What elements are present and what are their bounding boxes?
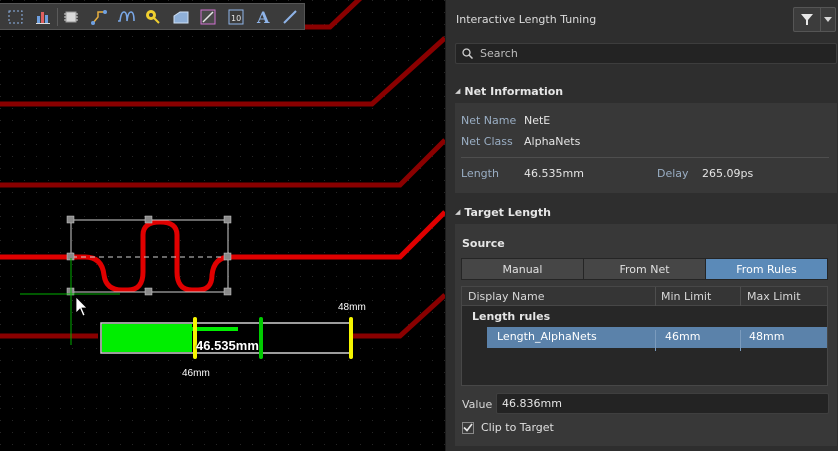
- clip-to-target-checkbox[interactable]: [462, 421, 474, 434]
- rule-name: Length_AlphaNets: [497, 330, 597, 343]
- source-label: Source: [462, 237, 505, 250]
- handle-top-mid: [144, 215, 153, 224]
- row-divider: [655, 330, 656, 351]
- handle-mid-right: [223, 252, 232, 261]
- filter-toggle[interactable]: [794, 8, 822, 31]
- component-tool[interactable]: [58, 5, 85, 29]
- length-meter-fill: [102, 324, 192, 352]
- net-class-label: Net Class: [461, 135, 513, 148]
- length-tuning-tool[interactable]: [112, 5, 139, 29]
- length-tuning-panel: Interactive Length Tuning ◢ Net Informat…: [445, 0, 838, 451]
- rule-row[interactable]: Length_AlphaNets 46mm 48mm: [487, 327, 827, 351]
- length-value: 46.535mm: [524, 167, 584, 180]
- polygon-icon: [173, 11, 189, 23]
- net-information-box: Net Name NetE Net Class AlphaNets Length…: [455, 103, 837, 193]
- divider: [461, 157, 829, 158]
- net-information-heading: Net Information: [464, 84, 564, 98]
- clip-to-target-label: Clip to Target: [481, 421, 554, 434]
- via-tool[interactable]: [140, 5, 167, 29]
- length-label: Length: [461, 167, 499, 180]
- select-icon: [8, 10, 23, 23]
- target-length-header[interactable]: ◢ Target Length: [446, 201, 838, 223]
- search-input[interactable]: [480, 47, 820, 60]
- svg-text:A: A: [256, 8, 270, 26]
- rule-max-limit: 48mm: [749, 330, 785, 343]
- grid-background: [0, 0, 445, 451]
- delay-value: 265.09ps: [702, 167, 754, 180]
- header-display-name[interactable]: Display Name: [468, 290, 545, 303]
- source-from-rules-button[interactable]: From Rules: [706, 259, 827, 279]
- source-manual-button[interactable]: Manual: [462, 259, 584, 279]
- source-from-net-button[interactable]: From Net: [584, 259, 706, 279]
- max-limit-marker: [349, 317, 353, 359]
- designator-tool[interactable]: 10: [222, 5, 249, 29]
- length-readout: 46.535mm: [196, 338, 259, 353]
- clip-to-target[interactable]: Clip to Target: [462, 421, 554, 434]
- interactive-routing-icon: [36, 11, 51, 24]
- route-tool[interactable]: [85, 5, 112, 29]
- rule-min-limit: 46mm: [665, 330, 701, 343]
- length-rules-grid: Display Name Min Limit Max Limit Length …: [461, 286, 828, 386]
- header-divider: [740, 287, 741, 306]
- filter-button[interactable]: [793, 7, 836, 32]
- target-length-box: Source Manual From Net From Rules Displa…: [455, 224, 837, 446]
- handle-top-right: [223, 215, 232, 224]
- place-fill-tool[interactable]: [195, 5, 222, 29]
- panel-title: Interactive Length Tuning: [456, 13, 597, 26]
- svg-text:10: 10: [231, 14, 241, 23]
- string-tool[interactable]: A: [249, 5, 276, 29]
- net-name-label: Net Name: [461, 114, 517, 127]
- place-fill-icon: [200, 9, 216, 24]
- handle-top-left: [66, 215, 75, 224]
- length-meter-fill-tail: [192, 327, 238, 331]
- via-icon: [146, 9, 161, 24]
- pcb-canvas[interactable]: 46.535mm 46mm 48mm 10 A: [0, 0, 445, 451]
- collapse-triangle-icon: ◢: [455, 87, 461, 95]
- group-length-rules: Length rules: [472, 310, 551, 323]
- header-divider: [655, 287, 656, 306]
- select-tool[interactable]: [2, 5, 29, 29]
- chevron-down-icon: [824, 17, 833, 22]
- collapse-triangle-icon: ◢: [455, 208, 461, 216]
- polygon-tool[interactable]: [167, 5, 194, 29]
- value-label: Value: [462, 398, 493, 411]
- panel-header: Interactive Length Tuning: [446, 0, 838, 40]
- filter-icon: [801, 14, 814, 25]
- target-length-heading: Target Length: [464, 205, 552, 219]
- filter-dropdown[interactable]: [821, 8, 835, 31]
- search-box[interactable]: [455, 43, 837, 64]
- handle-bottom-right: [223, 287, 232, 296]
- delay-label: Delay: [657, 167, 689, 180]
- route-icon: [90, 9, 107, 25]
- checkmark-icon: [463, 423, 473, 432]
- search-icon: [462, 48, 473, 59]
- row-divider: [740, 330, 741, 351]
- net-name-value: NetE: [524, 114, 551, 127]
- board-view[interactable]: [0, 0, 445, 451]
- designator-icon: 10: [228, 9, 244, 24]
- header-max-limit[interactable]: Max Limit: [747, 290, 801, 303]
- string-icon: A: [256, 8, 270, 26]
- component-icon: [64, 11, 79, 22]
- value-input[interactable]: [496, 393, 829, 414]
- max-limit-label: 48mm: [338, 302, 366, 313]
- target-marker: [259, 317, 263, 359]
- chart-tool[interactable]: [29, 5, 56, 29]
- net-class-value: AlphaNets: [524, 135, 581, 148]
- handle-bottom-mid: [144, 287, 153, 296]
- line-icon: [283, 9, 297, 24]
- min-limit-label: 46mm: [182, 368, 210, 379]
- grid-header: Display Name Min Limit Max Limit: [462, 287, 827, 306]
- source-selector: Manual From Net From Rules: [461, 258, 828, 280]
- net-information-header[interactable]: ◢ Net Information: [446, 80, 838, 102]
- header-min-limit[interactable]: Min Limit: [661, 290, 711, 303]
- active-bar-toolbar: 10 A: [0, 3, 305, 30]
- length-tuning-icon: [118, 10, 135, 22]
- line-tool[interactable]: [277, 5, 304, 29]
